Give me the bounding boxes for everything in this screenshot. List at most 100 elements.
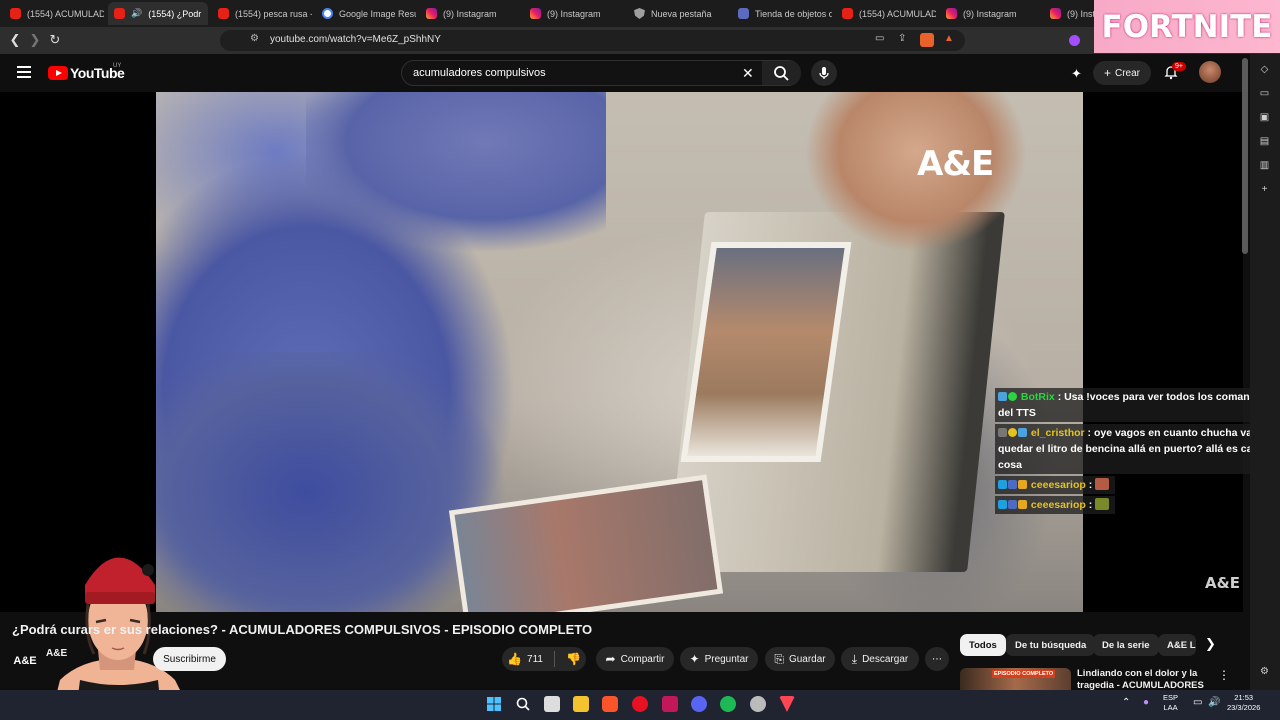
save-button[interactable]: ⎘ Guardar [765,647,835,671]
windows-start-icon[interactable] [486,696,502,712]
chip-from-search[interactable]: De tu búsqueda [1006,634,1096,656]
brave-browser-icon[interactable] [602,696,618,712]
browser-tab[interactable]: (9) Instagram [940,2,1040,25]
browser-tab[interactable]: (1554) ACUMULAD [836,2,936,25]
youtube-icon [114,8,125,19]
document-icon [738,8,749,19]
browser-tab[interactable]: (1554) pesca rusa - [212,2,312,25]
browser-tab[interactable]: (9) Instagram [524,2,624,25]
chip-from-series[interactable]: De la serie [1093,634,1159,656]
wallet-icon[interactable]: ▣ [1258,112,1271,124]
reload-icon[interactable]: ↻ [46,31,64,49]
url-field[interactable]: ⚙ youtube.com/watch?v=Me6Z_pShhNY ▭ ⇪ ▲ [220,30,965,51]
chip-channel[interactable]: A&E L [1158,634,1196,656]
youtube-logo-icon[interactable] [48,66,68,80]
browser-tab-active[interactable]: 🔊(1554) ¿Podr✕ [108,2,208,25]
avatar[interactable] [1199,61,1221,83]
browser-tab[interactable]: Nueva pestaña [628,2,728,25]
chat-text: : [1088,499,1093,511]
chat-message: ceeesariop : [995,496,1115,514]
channel-watermark-small[interactable]: A&E [1205,574,1240,592]
browser-tab[interactable]: Google Image Resu [316,2,416,25]
recommendation-title[interactable]: Lindiando con el dolor y la tragedia - A… [1077,668,1217,690]
media-player-icon[interactable] [632,696,648,712]
subscribe-button[interactable]: Suscribirme [153,647,226,671]
channel-name[interactable]: A&E [46,648,67,659]
reading-list-icon[interactable]: ▭ [1258,88,1271,100]
youtube-header: YouTube UY acumuladores compulsivos ✕ ✦ … [0,54,1243,92]
download-button[interactable]: ⤓ Descargar [841,647,919,671]
leo-icon[interactable]: ◇ [1258,64,1271,76]
chat-message: ceeesariop : [995,476,1115,494]
spotify-icon[interactable] [720,696,736,712]
cast-icon[interactable]: ▭ [875,33,884,44]
browser-tab[interactable]: (1554) ACUMULADO [4,2,104,25]
youtube-icon [10,8,21,19]
file-explorer-icon[interactable] [573,696,589,712]
chevron-up-icon[interactable]: ⌃ [1122,697,1130,708]
like-count[interactable]: 711 [527,654,543,665]
fortnite-banner: FORTNITE [1094,0,1280,53]
youtube-icon [218,8,229,19]
instagram-icon [1050,8,1061,19]
video-scene [156,352,506,612]
app-icon[interactable] [662,696,678,712]
extension-icon[interactable] [1069,35,1080,46]
menu-icon[interactable] [17,66,31,78]
network-icon[interactable]: ▭ [1193,697,1202,708]
search-icon[interactable] [515,696,531,712]
page-scrollbar[interactable] [1242,58,1248,254]
badge-icon [1008,500,1017,509]
system-clock[interactable]: 21:53 23/3/2026 [1227,693,1260,713]
badge-icon [1018,480,1027,489]
language-indicator[interactable]: ESP LAA [1163,693,1178,713]
search-icon [774,66,789,81]
site-info-icon[interactable]: ⚙ [250,33,259,44]
task-view-icon[interactable] [544,696,560,712]
chevron-right-icon[interactable]: ❯ [1205,636,1216,652]
add-panel-icon[interactable]: + [1258,184,1271,196]
rewards-icon[interactable]: ▲ [944,33,954,44]
instagram-icon [946,8,957,19]
more-actions-button[interactable]: ⋯ [925,647,949,671]
settings-icon[interactable]: ⚙ [1258,666,1271,678]
browser-sidebar: ◇ ▭ ▣ ▤ ▥ + ⚙ [1250,54,1280,690]
recommendation-thumbnail[interactable]: EPISODIO COMPLETO [960,668,1071,690]
browser-tab[interactable]: (9) Instagram [420,2,520,25]
instagram-icon [530,8,541,19]
like-icon[interactable]: 👍 [507,652,522,666]
dislike-icon[interactable]: 👎 [566,652,581,666]
forward-icon[interactable]: ❯ [26,31,44,49]
create-button[interactable]: + Crear [1093,61,1151,85]
chip-all[interactable]: Todos [960,634,1006,656]
clear-search-icon[interactable]: ✕ [742,65,754,82]
history-icon[interactable]: ▥ [1258,160,1271,172]
chat-text: : [1088,479,1093,491]
brave-shield-icon[interactable] [920,33,934,47]
back-icon[interactable]: ❮ [6,31,24,49]
search-button[interactable] [762,61,801,85]
gemini-icon[interactable]: ✦ [1071,66,1082,82]
browser-tab[interactable]: Tienda de objetos d [732,2,832,25]
badge-icon [998,500,1007,509]
youtube-icon [842,8,853,19]
ask-button[interactable]: ✦ Preguntar [680,647,758,671]
share-icon[interactable]: ⇪ [898,33,906,44]
voice-search-button[interactable] [811,60,837,86]
microphone-icon[interactable]: ● [1143,697,1149,708]
shield-icon [634,8,645,19]
like-dislike-group: 👍 711 👎 [502,647,586,671]
discord-icon[interactable] [691,696,707,712]
more-vertical-icon[interactable]: ⋮ [1218,668,1230,682]
microphone-icon [819,67,829,79]
channel-avatar[interactable]: A&E [12,648,38,674]
search-input[interactable]: acumuladores compulsivos ✕ [401,60,801,86]
more-icon: ⋯ [932,653,942,665]
volume-icon[interactable]: 🔊 [1208,697,1220,708]
bookmarks-icon[interactable]: ▤ [1258,136,1271,148]
google-icon [322,8,333,19]
steam-icon[interactable] [750,696,766,712]
share-button[interactable]: ➦ Compartir [596,647,674,671]
badge-icon [998,480,1007,489]
browser-tab[interactable]: (9) Instag [1044,2,1094,25]
